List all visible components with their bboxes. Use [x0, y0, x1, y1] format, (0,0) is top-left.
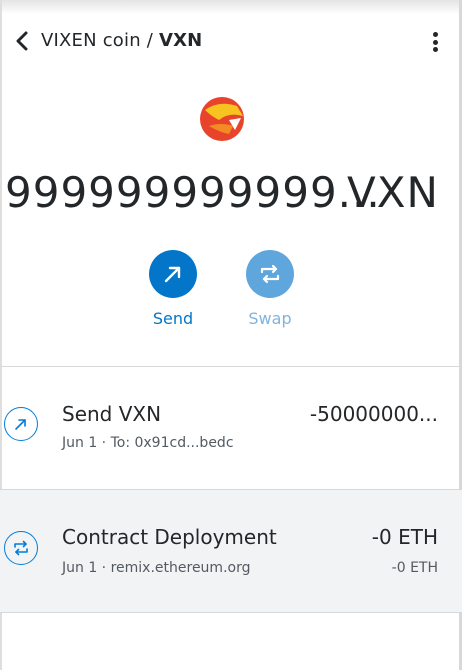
contract-status-icon [4, 531, 38, 565]
swap-arrows-icon [14, 540, 28, 556]
swap-label: Swap [248, 309, 292, 328]
transaction-amount: -0 ETH [371, 525, 438, 549]
send-status-icon [4, 407, 38, 441]
kebab-dot-icon [432, 32, 438, 37]
send-label: Send [152, 309, 194, 328]
divider [0, 612, 462, 613]
transaction-fiat: -0 ETH [391, 560, 438, 576]
token-balance: 999999999999... VXN [0, 168, 462, 218]
send-button[interactable]: Send [143, 250, 203, 328]
balance-symbol: VXN [347, 168, 439, 217]
asset-header: VIXEN coin / VXN [0, 20, 462, 62]
kebab-dot-icon [432, 47, 438, 52]
chevron-left-icon [16, 31, 28, 51]
arrow-up-right-icon [15, 419, 26, 430]
transaction-row[interactable]: Contract Deployment Jun 1 · remix.ethere… [0, 490, 462, 612]
swap-arrows-icon [260, 264, 280, 284]
back-button[interactable] [10, 28, 34, 54]
balance-amount: 999999999999... [5, 168, 381, 217]
transaction-subtitle: Jun 1 · remix.ethereum.org [62, 560, 251, 576]
page-title: VIXEN coin / VXN [41, 30, 202, 52]
kebab-dot-icon [432, 39, 438, 45]
transaction-title: Send VXN [62, 402, 162, 426]
title-separator: / [140, 30, 159, 51]
token-logo-icon [200, 97, 244, 141]
swap-circle[interactable] [246, 250, 294, 298]
token-name: VIXEN coin [41, 30, 141, 51]
arrow-up-right-icon [164, 266, 181, 283]
transaction-subtitle: Jun 1 · To: 0x91cd...bedc [62, 435, 234, 451]
transaction-title: Contract Deployment [62, 525, 277, 549]
token-symbol: VXN [158, 30, 203, 51]
options-menu-button[interactable] [426, 29, 444, 55]
swap-button[interactable]: Swap [240, 250, 300, 328]
send-circle[interactable] [149, 250, 197, 298]
top-shadow [0, 0, 462, 14]
transaction-amount: -50000000... [309, 402, 438, 426]
transaction-row[interactable]: Send VXN Jun 1 · To: 0x91cd...bedc -5000… [0, 367, 462, 489]
